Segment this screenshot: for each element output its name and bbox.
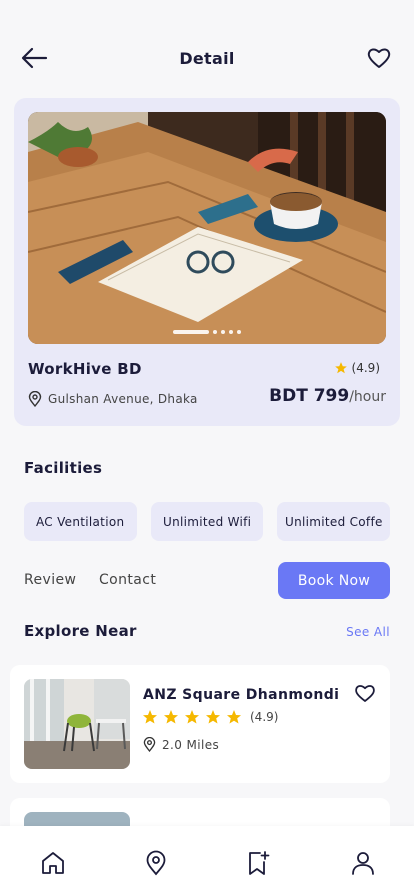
workspace-detail-card: WorkHive BD (4.9) Gulshan Avenue, Dhaka … (14, 98, 400, 426)
location-pin-icon[interactable] (143, 850, 169, 876)
explore-near-title: Explore Near (24, 622, 137, 640)
workspace-name: WorkHive BD (28, 360, 142, 378)
book-now-button[interactable]: Book Now (278, 562, 390, 599)
location-pin-icon (28, 391, 42, 407)
nearby-distance: 2.0 Miles (143, 737, 219, 752)
facilities-title: Facilities (24, 459, 103, 477)
heart-outline-icon[interactable] (354, 683, 376, 703)
workspace-illustration (28, 112, 386, 344)
list-item[interactable]: ANZ Square Dhanmondi (4.9) 2.0 Miles (10, 665, 390, 783)
profile-icon[interactable] (350, 850, 376, 876)
carousel-dot[interactable] (229, 330, 233, 334)
workspace-photo[interactable] (28, 112, 386, 344)
carousel-dot[interactable] (237, 330, 241, 334)
carousel-dot[interactable] (213, 330, 217, 334)
arrow-left-icon[interactable] (20, 46, 48, 70)
star-icon (334, 362, 347, 374)
contact-link[interactable]: Contact (99, 572, 156, 588)
workspace-rating: (4.9) (334, 361, 380, 375)
facility-chip-ac[interactable]: AC Ventilation (24, 502, 137, 541)
bottom-tab-bar (0, 826, 414, 896)
page-title: Detail (179, 48, 235, 68)
location-pin-icon (143, 737, 156, 752)
carousel-dot[interactable] (221, 330, 225, 334)
nearby-rating: (4.9) (142, 709, 278, 725)
nearby-workspace-illustration (24, 679, 130, 769)
review-link[interactable]: Review (24, 572, 76, 588)
top-bar: Detail (0, 36, 414, 80)
home-icon[interactable] (40, 850, 66, 876)
distance-text: 2.0 Miles (162, 737, 220, 752)
nearby-rating-value: (4.9) (250, 710, 279, 724)
price-amount: BDT 799 (269, 386, 350, 406)
see-all-link[interactable]: See All (346, 625, 390, 639)
bookmark-add-icon[interactable] (245, 850, 271, 876)
address-text: Gulshan Avenue, Dhaka (48, 392, 198, 406)
workspace-address: Gulshan Avenue, Dhaka (28, 391, 198, 407)
facility-chip-wifi[interactable]: Unlimited Wifi (151, 502, 263, 541)
carousel-indicator[interactable] (28, 330, 386, 334)
facility-chip-coffee[interactable]: Unlimited Coffe (277, 502, 390, 541)
star-rating-icon (143, 710, 241, 724)
workspace-price: BDT 799/hour (269, 386, 386, 406)
rating-value: (4.9) (351, 361, 380, 375)
nearby-workspace-name: ANZ Square Dhanmondi (143, 687, 340, 703)
nearby-workspace-photo (24, 679, 130, 769)
carousel-dot-active[interactable] (173, 330, 209, 334)
price-unit: /hour (349, 389, 386, 405)
heart-outline-icon[interactable] (366, 46, 392, 70)
